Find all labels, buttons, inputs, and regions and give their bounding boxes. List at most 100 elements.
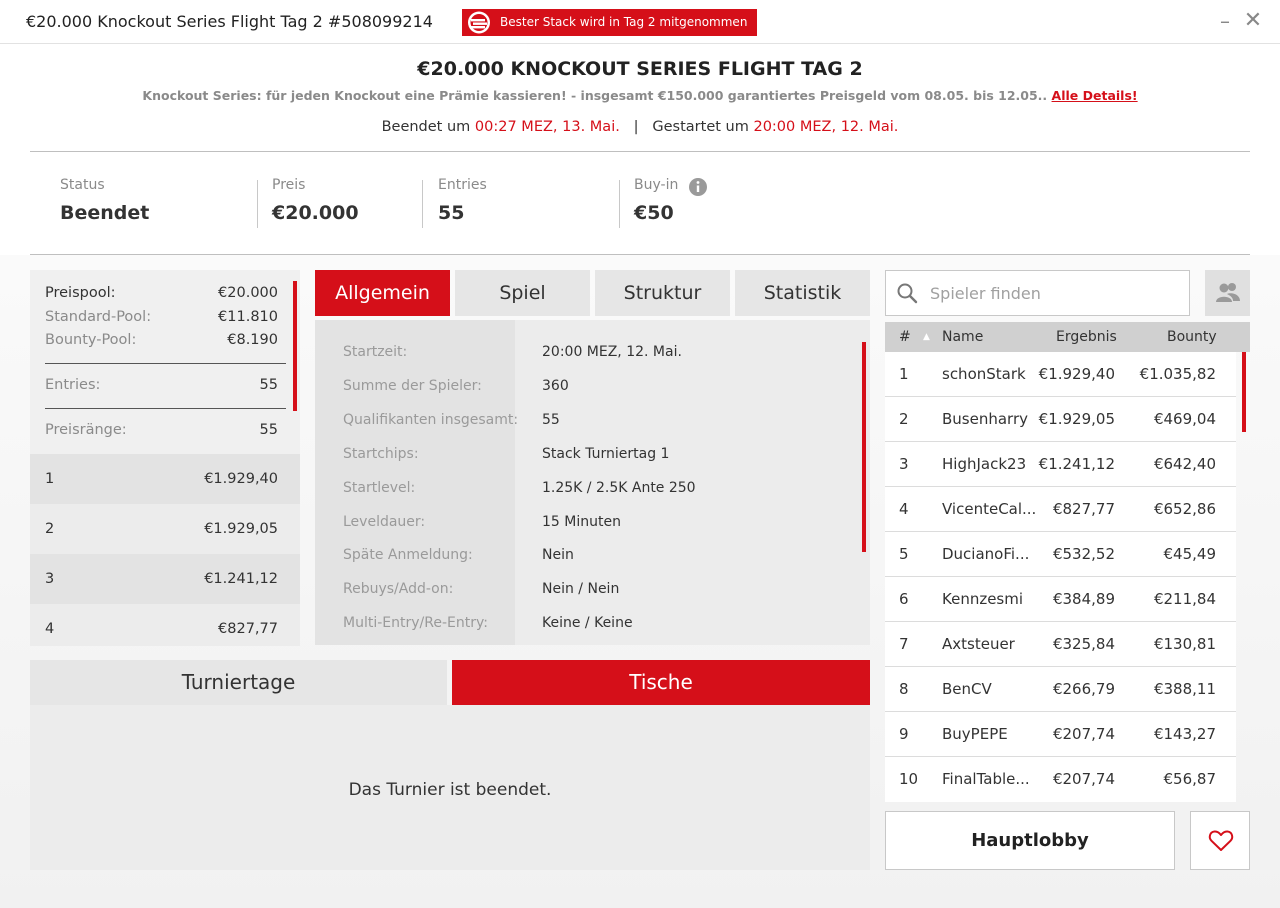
player-search-input[interactable] (930, 281, 1180, 305)
player-row[interactable]: 4 VicenteCal... €827,77 €652,86 (885, 487, 1236, 532)
tab-spiel[interactable]: Spiel (455, 270, 590, 316)
started-label: Gestartet um (652, 119, 749, 135)
heart-icon (1208, 830, 1234, 851)
place-prize: €1.929,40 (204, 471, 278, 487)
player-rank: 4 (899, 500, 909, 518)
player-row[interactable]: 1 schonStark €1.929,40 €1.035,82 (885, 352, 1236, 397)
prizepool-panel: Preispool: €20.000 Standard-Pool: €11.81… (30, 270, 300, 646)
standard-pool-value: €11.810 (218, 309, 278, 325)
info-label: Summe der Spieler: (343, 378, 482, 394)
player-result: €1.241,12 (1038, 455, 1115, 473)
subline-text: Knockout Series: für jeden Knockout eine… (142, 88, 1048, 103)
stack-badge: Bester Stack wird in Tag 2 mitgenommen (462, 9, 758, 36)
place-prize: €827,77 (218, 621, 278, 637)
col-header-bounty[interactable]: Bounty (1167, 329, 1217, 345)
favorite-button[interactable] (1190, 811, 1250, 870)
tournament-subline: Knockout Series: für jeden Knockout eine… (0, 88, 1280, 103)
tab-struktur[interactable]: Struktur (595, 270, 730, 316)
player-name: VicenteCal... (942, 500, 1037, 518)
entries-value: 55 (438, 202, 465, 224)
summary-divider (422, 180, 423, 228)
player-rank: 10 (899, 770, 919, 788)
player-row[interactable]: 3 HighJack23 €1.241,12 €642,40 (885, 442, 1236, 487)
player-rank: 1 (899, 365, 909, 383)
tournament-title: €20.000 KNOCKOUT SERIES FLIGHT TAG 2 (417, 58, 863, 80)
col-header-result[interactable]: Ergebnis (1056, 329, 1117, 345)
tab-allgemein[interactable]: Allgemein (315, 270, 450, 316)
players-scrollbar[interactable] (1242, 352, 1246, 432)
time-separator: | (633, 119, 639, 135)
col-header-rank[interactable]: # (899, 329, 911, 345)
info-row: Rebuys/Add-on: Nein / Nein (315, 581, 855, 615)
details-link[interactable]: Alle Details! (1052, 88, 1138, 103)
info-row: Startlevel: 1.25K / 2.5K Ante 250 (315, 480, 855, 514)
minimize-button[interactable]: – (1214, 8, 1236, 34)
place-number: 3 (45, 571, 55, 587)
player-rank: 7 (899, 635, 909, 653)
info-value: 15 Minuten (542, 514, 621, 530)
ended-time: 00:27 MEZ, 13. Mai. (474, 119, 620, 135)
place-prize: €1.241,12 (204, 571, 278, 587)
price-value: €20.000 (272, 202, 359, 224)
search-icon (897, 283, 918, 304)
info-row: Späte Anmeldung: Nein (315, 547, 855, 581)
ended-label: Beendet um (381, 119, 471, 135)
player-row[interactable]: 8 BenCV €266,79 €388,11 (885, 667, 1236, 712)
sort-asc-icon: ▲ (923, 332, 930, 342)
player-rank: 8 (899, 680, 909, 698)
close-button[interactable]: ✕ (1242, 8, 1264, 34)
users-icon (1216, 283, 1240, 302)
info-label: Rebuys/Add-on: (343, 581, 454, 597)
player-row[interactable]: 6 Kennzesmi €384,89 €211,84 (885, 577, 1236, 622)
player-row[interactable]: 2 Busenharry €1.929,05 €469,04 (885, 397, 1236, 442)
info-label: Startlevel: (343, 480, 416, 496)
player-row[interactable]: 10 FinalTable... €207,74 €56,87 (885, 757, 1236, 802)
player-bounty: €130,81 (1153, 635, 1216, 653)
prize-place-row: 4 €827,77 (30, 604, 300, 646)
players-table-header: # ▲ Name Ergebnis Bounty (885, 322, 1250, 352)
info-value: 360 (542, 378, 569, 394)
info-row: Multi-Entry/Re-Entry: Keine / Keine (315, 615, 855, 645)
player-name: BenCV (942, 680, 992, 698)
info-row: Qualifikanten insgesamt: 55 (315, 412, 855, 446)
prizepool-divider (45, 363, 286, 364)
price-label: Preis (272, 177, 306, 193)
player-result: €207,74 (1052, 770, 1115, 788)
info-value: 20:00 MEZ, 12. Mai. (542, 344, 682, 360)
player-row[interactable]: 7 Axtsteuer €325,84 €130,81 (885, 622, 1236, 667)
info-icon[interactable] (688, 177, 708, 197)
buyin-label: Buy-in (634, 177, 679, 193)
player-result: €384,89 (1052, 590, 1115, 608)
started-time: 20:00 MEZ, 12. Mai. (753, 119, 899, 135)
players-filter-button[interactable] (1205, 270, 1250, 316)
player-row[interactable]: 5 DucianoFi... €532,52 €45,49 (885, 532, 1236, 577)
info-scrollbar[interactable] (862, 342, 866, 552)
header-divider (30, 151, 1250, 152)
col-header-name[interactable]: Name (942, 329, 983, 345)
bounty-pool-label: Bounty-Pool: (45, 332, 137, 348)
info-value: Stack Turniertag 1 (542, 446, 670, 462)
player-bounty: €642,40 (1153, 455, 1216, 473)
player-result: €325,84 (1052, 635, 1115, 653)
info-row: Startchips: Stack Turniertag 1 (315, 446, 855, 480)
player-rank: 3 (899, 455, 909, 473)
stack-badge-label: Bester Stack wird in Tag 2 mitgenommen (500, 15, 748, 29)
player-bounty: €469,04 (1153, 410, 1216, 428)
place-number: 4 (45, 621, 55, 637)
chip-stack-icon (468, 11, 490, 34)
tab-turniertage[interactable]: Turniertage (30, 660, 447, 705)
main-lobby-button[interactable]: Hauptlobby (885, 811, 1175, 870)
prizepool-scrollbar[interactable] (293, 281, 297, 411)
player-bounty: €1.035,82 (1139, 365, 1216, 383)
tab-statistik[interactable]: Statistik (735, 270, 870, 316)
player-result: €827,77 (1052, 500, 1115, 518)
player-result: €207,74 (1052, 725, 1115, 743)
summary-divider (257, 180, 258, 228)
tab-tische[interactable]: Tische (452, 660, 870, 705)
player-row[interactable]: 9 BuyPEPE €207,74 €143,27 (885, 712, 1236, 757)
pp-entries-label: Entries: (45, 377, 101, 393)
prizepool-label: Preispool: (45, 285, 116, 301)
place-number: 2 (45, 521, 55, 537)
player-name: DucianoFi... (942, 545, 1030, 563)
buyin-value: €50 (634, 202, 674, 224)
